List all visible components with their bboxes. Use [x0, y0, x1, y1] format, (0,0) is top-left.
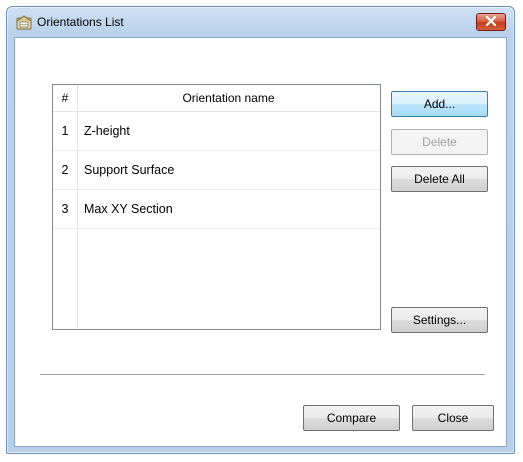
list-row[interactable]: 1 Z-height: [53, 112, 380, 151]
add-button[interactable]: Add...: [391, 91, 488, 117]
separator-line: [40, 374, 485, 375]
list-row[interactable]: 2 Support Surface: [53, 151, 380, 190]
delete-button[interactable]: Delete: [391, 129, 488, 155]
title-bar[interactable]: Orientations List: [7, 7, 514, 37]
compare-button[interactable]: Compare: [303, 405, 400, 431]
orientations-list[interactable]: # Orientation name 1 Z-height 2 Support …: [52, 84, 381, 330]
dialog-client-area: # Orientation name 1 Z-height 2 Support …: [14, 37, 507, 447]
column-header-number[interactable]: #: [53, 85, 78, 111]
orientation-name: Support Surface: [84, 163, 175, 177]
application-icon: [15, 13, 33, 31]
row-number: 2: [53, 151, 78, 189]
orientations-list-window: Orientations List # Orientation name 1 Z…: [6, 6, 515, 454]
row-number: 3: [53, 190, 78, 228]
list-row[interactable]: 3 Max XY Section: [53, 190, 380, 229]
close-button[interactable]: Close: [412, 405, 494, 431]
column-header-orientation-name[interactable]: Orientation name: [77, 85, 380, 111]
row-number: 1: [53, 112, 78, 150]
orientation-name: Max XY Section: [84, 202, 173, 216]
list-header: # Orientation name: [53, 85, 380, 112]
close-icon: [485, 15, 497, 29]
orientation-name: Z-height: [84, 124, 130, 138]
delete-all-button[interactable]: Delete All: [391, 166, 488, 192]
window-title: Orientations List: [37, 15, 124, 29]
settings-button[interactable]: Settings...: [391, 307, 488, 333]
window-close-button[interactable]: [476, 13, 506, 31]
